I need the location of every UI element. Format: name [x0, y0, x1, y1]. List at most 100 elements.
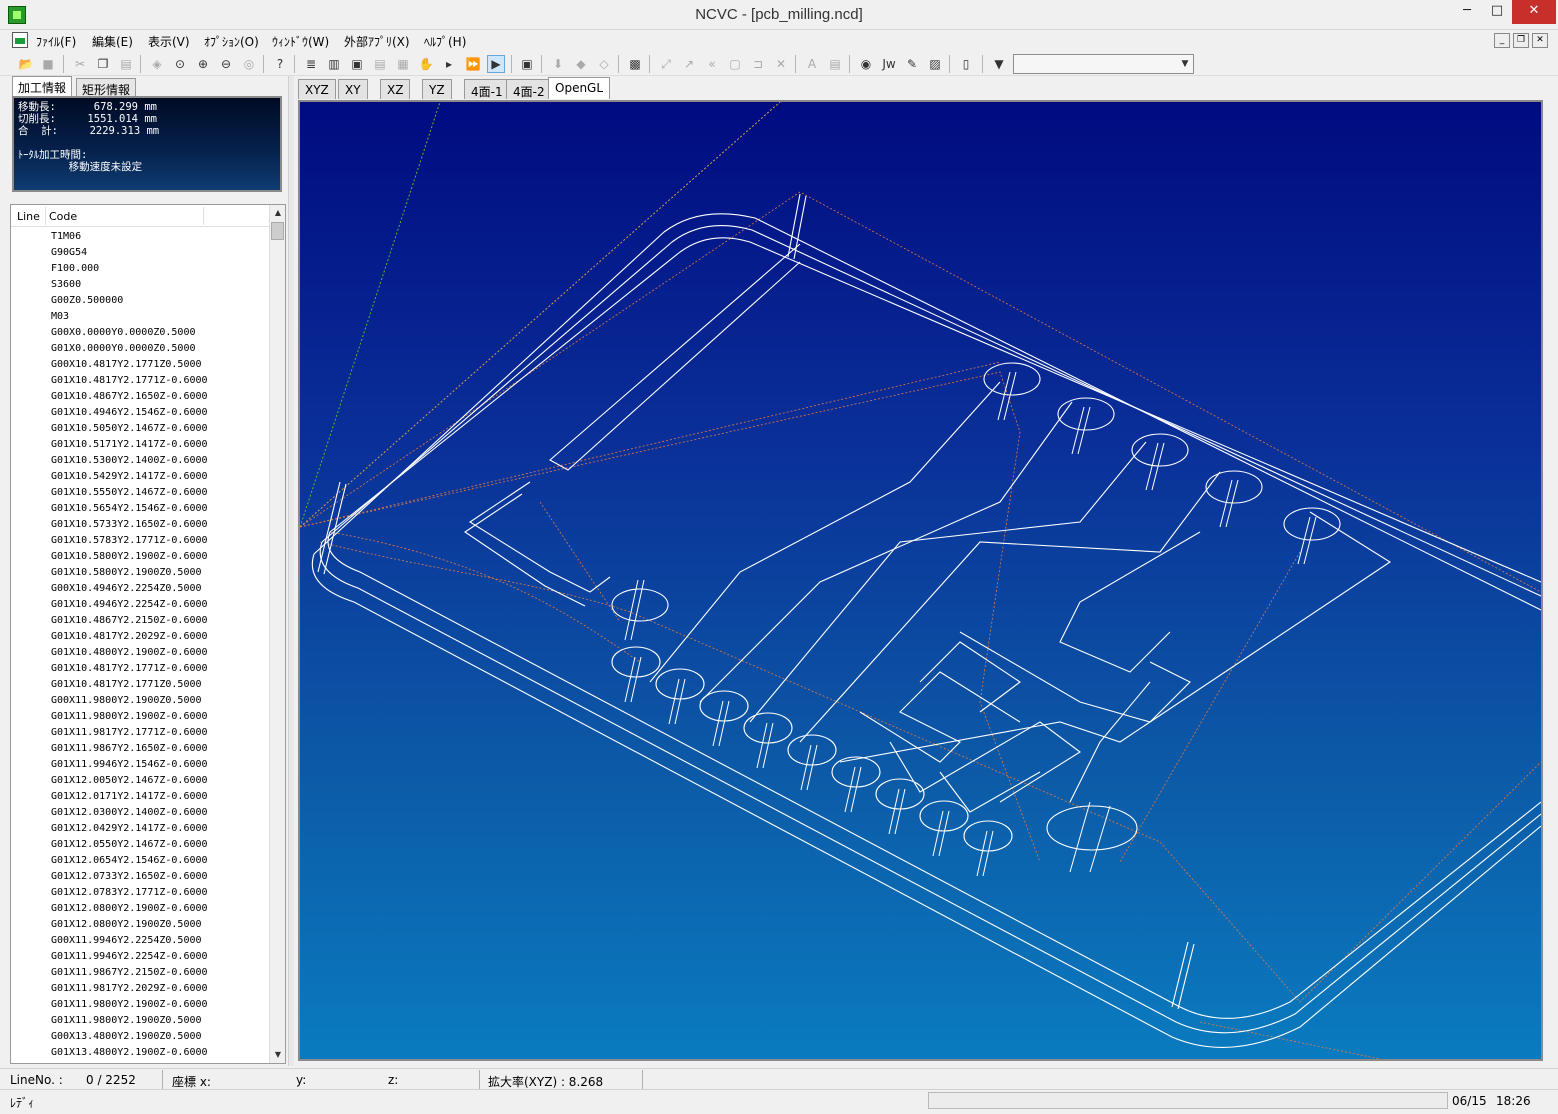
- trace-fast-icon[interactable]: ⏩: [464, 55, 482, 73]
- code-row[interactable]: G01X10.4867Y2.1650Z-0.6000: [11, 389, 269, 405]
- code-row[interactable]: T1M06: [11, 229, 269, 245]
- code-row[interactable]: G01X11.9867Y2.2150Z-0.6000: [11, 965, 269, 981]
- code-row[interactable]: G01X12.0783Y2.1771Z-0.6000: [11, 885, 269, 901]
- paste-icon[interactable]: ▤: [117, 55, 135, 73]
- code-row[interactable]: G00X11.9946Y2.2254Z0.5000: [11, 933, 269, 949]
- mdi-minimize-button[interactable]: _: [1494, 33, 1510, 48]
- trace-run-icon[interactable]: ▤: [371, 55, 389, 73]
- code-row[interactable]: G01X12.0800Y2.1900Z0.5000: [11, 917, 269, 933]
- fit-icon[interactable]: ⤢: [657, 55, 675, 73]
- code-row[interactable]: G01X12.0171Y2.1417Z-0.6000: [11, 789, 269, 805]
- tab-four-view-1[interactable]: 4面-1: [464, 79, 510, 99]
- close-button[interactable]: ✕: [1512, 0, 1556, 24]
- book-icon[interactable]: ▯: [957, 55, 975, 73]
- back-icon[interactable]: «: [703, 55, 721, 73]
- copy-icon[interactable]: ❐: [94, 55, 112, 73]
- code-row[interactable]: G00X0.0000Y0.0000Z0.5000: [11, 325, 269, 341]
- tab-machining-info[interactable]: 加工情報: [12, 76, 73, 97]
- help-icon[interactable]: ?: [271, 55, 289, 73]
- code-row[interactable]: G01X11.9946Y2.1546Z-0.6000: [11, 757, 269, 773]
- tab-xz[interactable]: XZ: [380, 79, 411, 99]
- delete-icon[interactable]: ✕: [772, 55, 790, 73]
- code-scrollbar[interactable]: ▲ ▼: [269, 205, 285, 1063]
- menu-help[interactable]: ﾍﾙﾌﾟ(H): [424, 33, 466, 50]
- code-row[interactable]: G01X10.5171Y2.1417Z-0.6000: [11, 437, 269, 453]
- code-row[interactable]: G00X13.4800Y2.1900Z0.5000: [11, 1029, 269, 1045]
- tab-xyz[interactable]: XYZ: [298, 79, 336, 99]
- save-icon[interactable]: ■: [39, 55, 57, 73]
- code-row[interactable]: G01X12.0050Y2.1467Z-0.6000: [11, 773, 269, 789]
- code-row[interactable]: G01X13.4817Y2.1771Z-0.6000: [11, 1061, 269, 1063]
- trace-step-icon[interactable]: ▥: [325, 55, 343, 73]
- code-row[interactable]: G01X12.0300Y2.1400Z-0.6000: [11, 805, 269, 821]
- code-row[interactable]: G01X11.9946Y2.2254Z-0.6000: [11, 949, 269, 965]
- code-row[interactable]: M03: [11, 309, 269, 325]
- code-row[interactable]: G01X11.9800Y2.1900Z-0.6000: [11, 997, 269, 1013]
- menu-window[interactable]: ｳｨﾝﾄﾞｳ(W): [272, 33, 329, 50]
- opengl-viewport[interactable]: [298, 100, 1543, 1061]
- code-row[interactable]: G01X10.4946Y2.1546Z-0.6000: [11, 405, 269, 421]
- layers-icon[interactable]: ◈: [148, 55, 166, 73]
- zoom-in-icon[interactable]: ⊕: [194, 55, 212, 73]
- code-row[interactable]: S3600: [11, 277, 269, 293]
- code-row[interactable]: G01X11.9817Y2.1771Z-0.6000: [11, 725, 269, 741]
- trace-cursor-icon[interactable]: ▸: [440, 55, 458, 73]
- jw-icon[interactable]: Jw: [880, 55, 898, 73]
- hand-icon[interactable]: ✋: [417, 55, 435, 73]
- menu-view[interactable]: 表示(V): [148, 33, 190, 50]
- code-row[interactable]: G01X12.0800Y2.1900Z-0.6000: [11, 901, 269, 917]
- zoom-out-icon[interactable]: ⊖: [217, 55, 235, 73]
- mdi-restore-button[interactable]: ❐: [1513, 33, 1529, 48]
- edit-icon[interactable]: ✎: [903, 55, 921, 73]
- trace-pause-icon[interactable]: ▦: [394, 55, 412, 73]
- code-row[interactable]: G01X10.5300Y2.1400Z-0.6000: [11, 453, 269, 469]
- zoom-fit-icon[interactable]: ⊙: [171, 55, 189, 73]
- code-row[interactable]: G01X12.0429Y2.1417Z-0.6000: [11, 821, 269, 837]
- maximize-button[interactable]: □: [1482, 0, 1512, 24]
- code-row[interactable]: G00Z0.500000: [11, 293, 269, 309]
- wire-icon[interactable]: ◇: [595, 55, 613, 73]
- code-row[interactable]: G01X10.5800Y2.1900Z-0.6000: [11, 549, 269, 565]
- code-row[interactable]: G00X10.4817Y2.1771Z0.5000: [11, 357, 269, 373]
- trace-stop-icon[interactable]: ▣: [348, 55, 366, 73]
- scroll-down-icon[interactable]: ▼: [270, 1047, 285, 1063]
- code-row[interactable]: G01X11.9800Y2.1900Z0.5000: [11, 1013, 269, 1029]
- column-divider[interactable]: [203, 207, 204, 225]
- mdi-close-button[interactable]: ✕: [1532, 33, 1548, 48]
- tab-four-view-2[interactable]: 4面-2: [506, 79, 552, 99]
- layer-combo[interactable]: ▼: [1013, 54, 1194, 74]
- settings-icon[interactable]: ▤: [826, 55, 844, 73]
- column-divider[interactable]: [45, 207, 46, 225]
- code-row[interactable]: G01X0.0000Y0.0000Z0.5000: [11, 341, 269, 357]
- code-row[interactable]: G00X11.9800Y2.1900Z0.5000: [11, 693, 269, 709]
- column-code[interactable]: Code: [49, 210, 77, 223]
- document-icon[interactable]: [12, 32, 28, 48]
- code-row[interactable]: G01X10.5800Y2.1900Z0.5000: [11, 565, 269, 581]
- code-row[interactable]: G01X10.4817Y2.1771Z0.5000: [11, 677, 269, 693]
- code-row[interactable]: F100.000: [11, 261, 269, 277]
- code-row[interactable]: G01X10.4817Y2.1771Z-0.6000: [11, 373, 269, 389]
- code-row[interactable]: G01X10.4817Y2.1771Z-0.6000: [11, 661, 269, 677]
- menu-external-apps[interactable]: 外部ｱﾌﾟﾘ(X): [344, 33, 410, 50]
- menu-edit[interactable]: 編集(E): [92, 33, 133, 50]
- doc-icon[interactable]: ▨: [926, 55, 944, 73]
- code-row[interactable]: G01X10.4946Y2.2254Z-0.6000: [11, 597, 269, 613]
- code-row[interactable]: G01X12.0654Y2.1546Z-0.6000: [11, 853, 269, 869]
- code-row[interactable]: G01X12.0733Y2.1650Z-0.6000: [11, 869, 269, 885]
- code-row[interactable]: G01X10.5429Y2.1417Z-0.6000: [11, 469, 269, 485]
- box-icon[interactable]: ▢: [726, 55, 744, 73]
- cut-icon[interactable]: ✂: [71, 55, 89, 73]
- code-row[interactable]: G01X10.5733Y2.1650Z-0.6000: [11, 517, 269, 533]
- tab-yz[interactable]: YZ: [422, 79, 452, 99]
- properties-icon[interactable]: ▣: [518, 55, 536, 73]
- tab-rect-info[interactable]: 矩形情報: [76, 78, 137, 97]
- export-icon[interactable]: ▩: [626, 55, 644, 73]
- minimize-button[interactable]: ─: [1452, 0, 1482, 24]
- tab-opengl[interactable]: OpenGL: [548, 77, 611, 99]
- trace-list-icon[interactable]: ≣: [302, 55, 320, 73]
- code-row[interactable]: G01X11.9817Y2.2029Z-0.6000: [11, 981, 269, 997]
- menu-file[interactable]: ﾌｧｲﾙ(F): [36, 33, 76, 50]
- code-row[interactable]: G01X11.9867Y2.1650Z-0.6000: [11, 741, 269, 757]
- menu-options[interactable]: ｵﾌﾟｼｮﾝ(O): [204, 33, 259, 50]
- code-row[interactable]: G01X12.0550Y2.1467Z-0.6000: [11, 837, 269, 853]
